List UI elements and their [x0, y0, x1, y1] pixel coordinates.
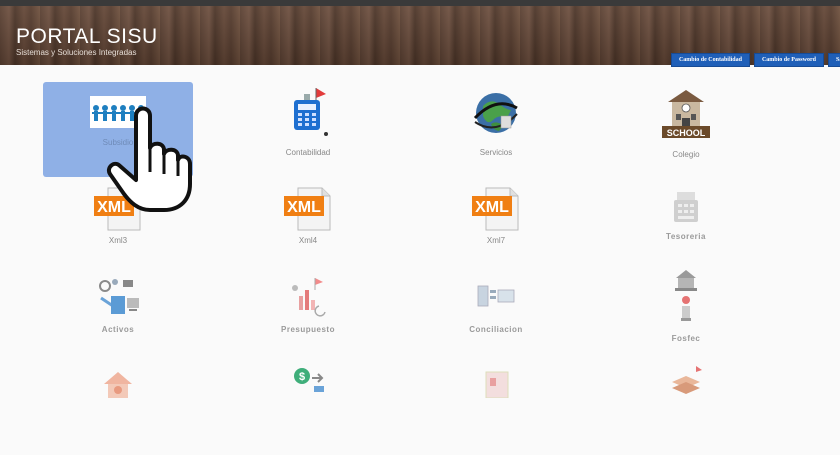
- fosfec-icon: [669, 266, 703, 329]
- module-label: Xml3: [108, 236, 128, 245]
- module-row4-4[interactable]: [611, 360, 761, 455]
- school-icon: SCHOOL: [658, 86, 714, 149]
- module-row4-3[interactable]: [421, 360, 571, 455]
- svg-text:XML: XML: [287, 199, 321, 216]
- svg-text:SCHOOL: SCHOOL: [667, 128, 706, 138]
- module-label: Fosfec: [671, 334, 701, 343]
- module-presupuesto[interactable]: Presupuesto: [233, 270, 383, 365]
- module-label: Conciliacion: [469, 325, 523, 334]
- document-icon: [476, 368, 516, 403]
- module-servicios[interactable]: Servicios: [421, 82, 571, 177]
- module-row4-2[interactable]: $: [233, 360, 383, 455]
- assets-icon: [93, 276, 143, 321]
- module-conciliacion[interactable]: Conciliacion: [421, 270, 571, 365]
- brand-subtitle: Sistemas y Soluciones Integradas: [16, 48, 137, 57]
- module-label: Servicios: [479, 148, 513, 157]
- layers-icon: [666, 364, 706, 399]
- module-label: Xml4: [298, 236, 318, 245]
- brand: PORTAL SISU Sistemas y Soluciones Integr…: [16, 25, 158, 58]
- module-label: Presupuesto: [281, 325, 335, 334]
- module-label: Tesoreria: [666, 232, 706, 241]
- svg-text:$: $: [299, 371, 305, 383]
- xml-file-icon: XML: [468, 186, 524, 237]
- house-icon: [98, 368, 138, 403]
- module-label: Activos: [101, 325, 135, 334]
- hand-pointer-icon: [106, 102, 194, 219]
- module-contabilidad[interactable]: Contabilidad: [233, 82, 383, 177]
- module-label: Colegio: [672, 150, 700, 159]
- change-password-button[interactable]: Cambio de Password: [753, 53, 824, 67]
- module-xml7[interactable]: XML Xml7: [421, 180, 571, 275]
- register-icon: [671, 190, 701, 229]
- module-tesoreria[interactable]: Tesoreria: [611, 180, 761, 275]
- module-label: Contabilidad: [285, 148, 331, 157]
- xml-file-icon: XML: [280, 186, 336, 237]
- reconciliation-icon: [474, 282, 518, 315]
- change-accounting-button[interactable]: Cambio de Contabilidad: [670, 53, 750, 67]
- module-activos[interactable]: Activos: [43, 270, 193, 365]
- money-transfer-icon: $: [288, 364, 328, 399]
- logout-button[interactable]: Sal: [827, 53, 840, 67]
- brand-title: PORTAL SISU: [16, 25, 158, 48]
- module-row4-1[interactable]: [43, 360, 193, 455]
- module-fosfec[interactable]: Fosfec: [611, 262, 761, 357]
- globe-icon: [471, 88, 521, 143]
- calculator-icon: [282, 86, 334, 143]
- module-xml4[interactable]: XML Xml4: [233, 180, 383, 275]
- budget-chart-icon: [283, 274, 333, 323]
- module-label: Xml7: [486, 236, 506, 245]
- svg-text:XML: XML: [475, 199, 509, 216]
- top-nav: Cambio de Contabilidad Cambio de Passwor…: [670, 53, 840, 67]
- module-colegio[interactable]: SCHOOL Colegio: [611, 82, 761, 177]
